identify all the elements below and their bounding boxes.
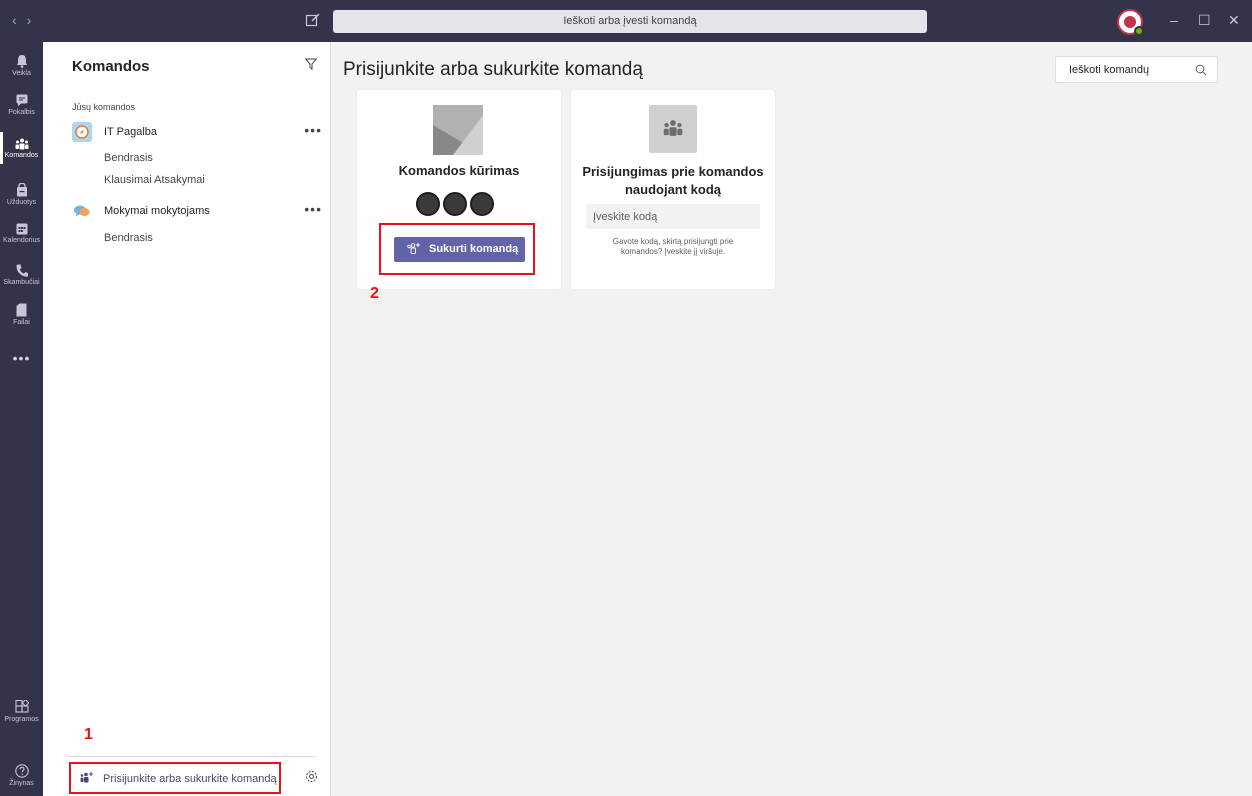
team-search-input[interactable]: Ieškoti komandų	[1055, 56, 1218, 83]
rail-label: Veikla	[12, 70, 31, 77]
phone-icon	[16, 264, 28, 277]
page-title: Prisijunkite arba sukurkite komandą	[343, 59, 643, 80]
help-line: Gavote kodą, skirtą prisijungti prie	[612, 237, 734, 246]
rail-label: Užduotys	[6, 199, 37, 206]
chevron-right-icon[interactable]: ›	[27, 12, 42, 28]
team-avatar	[72, 122, 92, 142]
user-avatar[interactable]	[1117, 9, 1144, 36]
channel-item[interactable]: Bendrasis	[104, 232, 153, 244]
minimize-button[interactable]: –	[1170, 12, 1178, 28]
team-placeholder-image	[433, 105, 483, 155]
rail-item-teams[interactable]: Komandos	[0, 132, 43, 164]
add-team-icon	[80, 772, 93, 783]
team-avatar	[72, 201, 92, 221]
teams-icon	[15, 138, 28, 150]
rail-item-calls[interactable]: Skambučiai	[0, 264, 43, 286]
help-line: komandos? Įveskite jį viršuje.	[620, 247, 726, 256]
channel-item[interactable]: Bendrasis	[104, 152, 153, 164]
assignments-icon	[16, 183, 27, 197]
calendar-icon	[16, 223, 27, 235]
gear-icon[interactable]	[305, 770, 318, 783]
rail-item-files[interactable]: Failai	[0, 303, 43, 326]
annotation-number: 2	[370, 285, 379, 302]
chat-icon	[16, 94, 27, 107]
join-or-create-label: Prisijunkite arba sukurkite komandą	[103, 773, 277, 785]
join-team-image	[649, 105, 697, 153]
teams-icon	[663, 120, 683, 136]
apps-icon	[14, 700, 29, 713]
rail-label: Kalendorius	[3, 237, 40, 244]
card-title: Komandos kūrimas	[398, 163, 520, 178]
rail-item-chat[interactable]: Pokalbis	[0, 94, 43, 116]
rail-label: Skambučiai	[3, 279, 40, 286]
chevron-left-icon[interactable]: ‹	[12, 12, 27, 28]
team-item-it-pagalba[interactable]: IT Pagalba •••	[72, 122, 322, 142]
avatar	[416, 192, 440, 216]
help-icon	[14, 764, 29, 778]
code-help-text: Gavote kodą, skirtą prisijungti prie kom…	[591, 237, 755, 257]
teams-panel: Komandos Jūsų komandos IT Pagalba ••• Be…	[43, 42, 331, 796]
card-title: Prisijungimas prie komandos naudojant ko…	[571, 163, 775, 199]
team-more-button[interactable]: •••	[304, 201, 322, 217]
command-search-bar[interactable]: Ieškoti arba įvesti komandą	[333, 10, 927, 33]
bell-icon	[16, 55, 27, 68]
title-bar: ‹› Ieškoti arba įvesti komandą – ☐ ✕	[0, 0, 1252, 42]
avatar	[470, 192, 494, 216]
app-rail: Veikla Pokalbis Komandos Užduotys Kalend…	[0, 42, 43, 796]
rail-item-activity[interactable]: Veikla	[0, 54, 43, 77]
card-title-line: Prisijungimas prie komandos	[582, 164, 764, 179]
channel-item[interactable]: Klausimai Atsakymai	[104, 174, 205, 186]
close-button[interactable]: ✕	[1228, 12, 1240, 29]
maximize-button[interactable]: ☐	[1198, 12, 1211, 29]
rail-item-help[interactable]: Žinynas	[0, 764, 43, 787]
chat-bubbles-icon	[74, 205, 90, 217]
card-title-line: naudojant kodą	[624, 182, 722, 197]
nav-arrows: ‹›	[12, 12, 41, 28]
team-item-mokymai[interactable]: Mokymai mokytojams •••	[72, 201, 322, 221]
rail-item-apps[interactable]: Programos	[0, 700, 43, 723]
compass-icon	[75, 125, 89, 139]
highlight-box	[379, 223, 535, 275]
filter-icon[interactable]	[305, 58, 317, 70]
rail-more-button[interactable]: •••	[0, 350, 43, 366]
annotation-number: 1	[84, 726, 93, 743]
rail-item-assignments[interactable]: Užduotys	[0, 183, 43, 206]
member-avatars	[416, 192, 506, 216]
team-name: IT Pagalba	[104, 126, 158, 138]
join-team-card: Prisijungimas prie komandos naudojant ko…	[571, 90, 775, 289]
team-name: Mokymai mokytojams	[104, 205, 210, 217]
rail-label: Programos	[4, 716, 39, 723]
team-code-input[interactable]	[586, 204, 760, 229]
section-label: Jūsų komandos	[72, 102, 136, 112]
search-icon	[1195, 64, 1207, 76]
rail-label: Komandos	[4, 152, 39, 159]
rail-label: Pokalbis	[8, 109, 35, 116]
rail-item-calendar[interactable]: Kalendorius	[0, 222, 43, 244]
file-icon	[16, 303, 27, 317]
panel-title: Komandos	[72, 58, 150, 75]
avatar-image	[1124, 16, 1136, 28]
search-placeholder: Ieškoti komandų	[1069, 64, 1150, 76]
rail-label: Failai	[13, 319, 30, 326]
avatar	[443, 192, 467, 216]
team-more-button[interactable]: •••	[304, 122, 322, 138]
divider	[66, 756, 316, 757]
join-or-create-team-link[interactable]: Prisijunkite arba sukurkite komandą	[69, 762, 281, 794]
rail-label: Žinynas	[9, 780, 34, 787]
presence-status-icon	[1134, 26, 1144, 36]
compose-icon[interactable]	[305, 12, 321, 28]
